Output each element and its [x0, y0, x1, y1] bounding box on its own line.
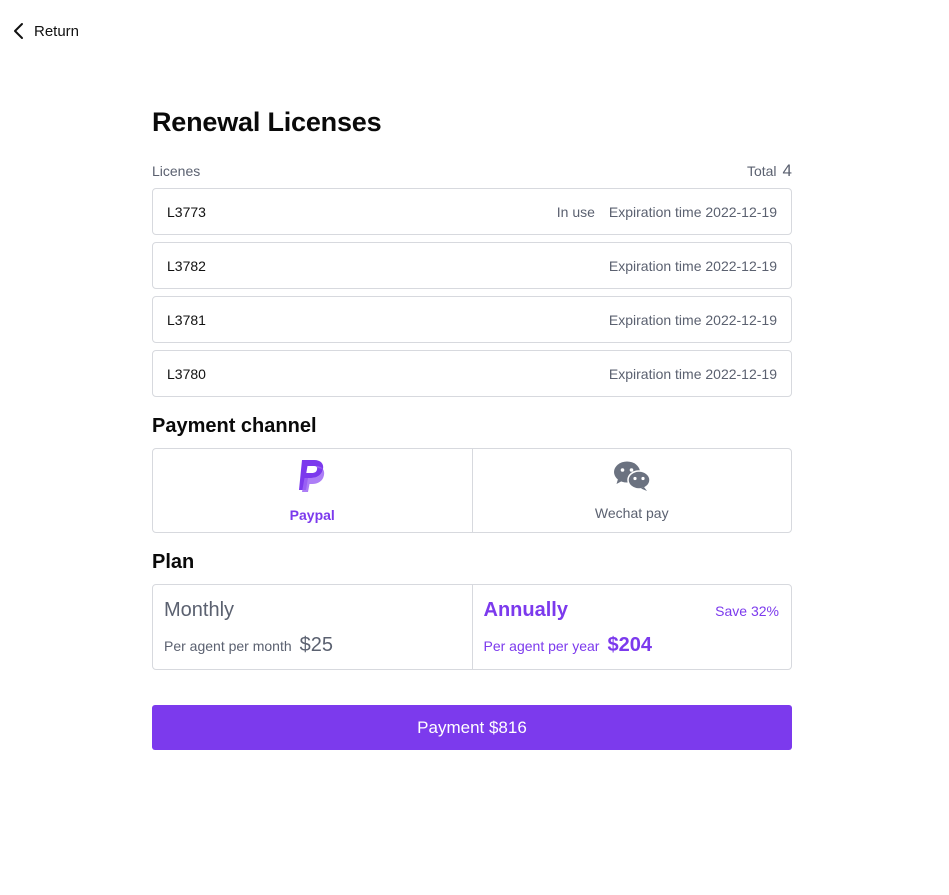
payment-option-label: Paypal — [289, 507, 335, 523]
plan-price: $25 — [299, 634, 334, 656]
total-label: Total — [746, 163, 777, 179]
license-id: L3780 — [167, 365, 206, 382]
license-status: In use — [556, 203, 595, 220]
plan-price: $204 — [607, 634, 652, 656]
plan-option-annually[interactable]: Annually Save 32% Per agent per year $20… — [471, 585, 792, 669]
plan-name: Monthly — [164, 599, 235, 621]
license-row[interactable]: L3782 Expiration time 2022-12-19 — [152, 242, 792, 289]
wechat-icon — [613, 460, 651, 497]
licenses-header: Licenes Total 4 — [152, 161, 792, 181]
licenses-header-label: Licenes — [152, 163, 201, 179]
plan-option-monthly[interactable]: Monthly Per agent per month $25 — [153, 585, 472, 669]
licenses-total: Total 4 — [747, 161, 792, 181]
license-list: L3773 In use Expiration time 2022-12-19 … — [152, 188, 792, 397]
license-expiration: Expiration time 2022-12-19 — [608, 311, 777, 328]
total-count: 4 — [782, 161, 792, 180]
payment-button[interactable]: Payment $816 — [152, 705, 792, 750]
plan-save-badge: Save 32% — [715, 603, 779, 619]
return-button[interactable]: Return — [12, 22, 79, 40]
license-id: L3782 — [167, 257, 206, 274]
license-expiration: Expiration time 2022-12-19 — [608, 257, 777, 274]
chevron-left-icon — [12, 22, 26, 40]
plan-title: Plan — [152, 551, 195, 573]
license-expiration: Expiration time 2022-12-19 — [608, 365, 777, 382]
license-row[interactable]: L3773 In use Expiration time 2022-12-19 — [152, 188, 792, 235]
license-expiration: Expiration time 2022-12-19 — [608, 203, 777, 220]
renewal-panel: Renewal Licenses Licenes Total 4 L3773 I… — [152, 106, 792, 750]
license-row[interactable]: L3781 Expiration time 2022-12-19 — [152, 296, 792, 343]
page-title: Renewal Licenses — [152, 107, 382, 137]
plan-per-label: Per agent per year — [483, 638, 600, 654]
payment-channel-title: Payment channel — [152, 415, 317, 437]
plan-per-label: Per agent per month — [164, 638, 292, 654]
payment-option-paypal[interactable]: Paypal — [153, 449, 472, 532]
license-id: L3773 — [167, 203, 206, 220]
return-label: Return — [34, 22, 80, 40]
license-id: L3781 — [167, 311, 206, 328]
payment-channel-selector: Paypal Wechat pay — [152, 448, 792, 533]
payment-option-label: Wechat pay — [594, 505, 669, 521]
paypal-icon — [296, 458, 328, 499]
plan-selector: Monthly Per agent per month $25 Annually… — [152, 584, 792, 670]
payment-option-wechat[interactable]: Wechat pay — [471, 449, 792, 532]
license-row[interactable]: L3780 Expiration time 2022-12-19 — [152, 350, 792, 397]
